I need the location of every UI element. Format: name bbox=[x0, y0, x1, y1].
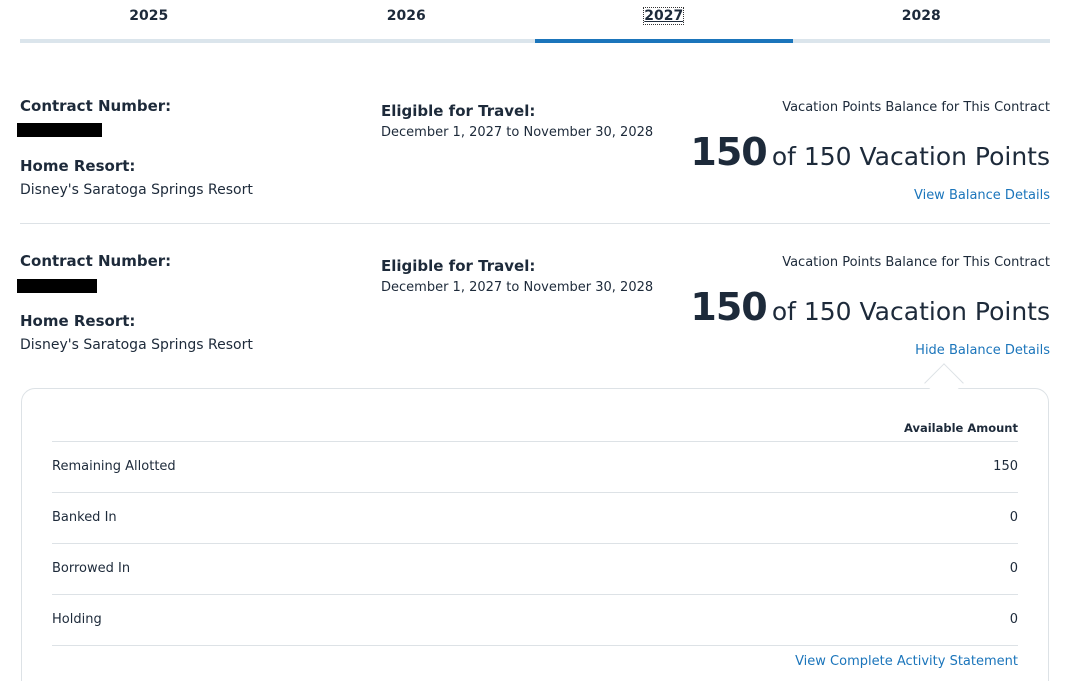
balance-amount: 150 of 150 Vacation Points bbox=[690, 132, 1050, 180]
home-resort-value: Disney's Saratoga Springs Resort bbox=[20, 337, 253, 353]
row-label: Borrowed In bbox=[52, 561, 131, 576]
tab-label: 2026 bbox=[386, 8, 426, 24]
balance-points: 150 bbox=[690, 130, 767, 174]
year-tabs: 2025 2026 2027 2028 bbox=[20, 0, 1050, 44]
table-row: Remaining Allotted 150 bbox=[52, 442, 1018, 493]
table-row: Banked In 0 bbox=[52, 493, 1018, 544]
divider bbox=[20, 223, 1050, 224]
table-row: Holding 0 bbox=[52, 595, 1018, 646]
table-row: Borrowed In 0 bbox=[52, 544, 1018, 595]
tab-2027[interactable]: 2027 bbox=[535, 0, 793, 44]
tab-label: 2027 bbox=[643, 7, 685, 25]
tab-label: 2025 bbox=[129, 8, 169, 24]
view-activity-statement-link[interactable]: View Complete Activity Statement bbox=[795, 654, 1018, 669]
row-label: Remaining Allotted bbox=[52, 459, 176, 474]
tab-2025[interactable]: 2025 bbox=[20, 0, 278, 44]
tab-2026[interactable]: 2026 bbox=[278, 0, 536, 44]
eligible-value: December 1, 2027 to November 30, 2028 bbox=[381, 280, 654, 295]
eligible-label: Eligible for Travel: bbox=[381, 102, 536, 120]
tab-2028[interactable]: 2028 bbox=[793, 0, 1051, 44]
contract-card: Contract Number: Home Resort: Disney's S… bbox=[17, 96, 1050, 216]
column-header-available-amount: Available Amount bbox=[903, 421, 1018, 435]
balance-title: Vacation Points Balance for This Contrac… bbox=[782, 100, 1050, 115]
row-amount: 150 bbox=[993, 459, 1018, 474]
row-label: Holding bbox=[52, 612, 102, 627]
row-amount: 0 bbox=[1009, 510, 1018, 525]
tab-label: 2028 bbox=[901, 8, 941, 24]
table-header: Available Amount bbox=[52, 415, 1018, 442]
balance-title: Vacation Points Balance for This Contrac… bbox=[782, 255, 1050, 270]
contract-number-label: Contract Number: bbox=[20, 252, 172, 270]
row-amount: 0 bbox=[1009, 612, 1018, 627]
eligible-value: December 1, 2027 to November 30, 2028 bbox=[381, 125, 654, 140]
balance-details-table: Available Amount Remaining Allotted 150 … bbox=[52, 415, 1018, 646]
contract-number-label: Contract Number: bbox=[20, 97, 172, 115]
balance-total: of 150 Vacation Points bbox=[771, 297, 1050, 326]
active-tab-indicator bbox=[535, 39, 793, 43]
contract-card: Contract Number: Home Resort: Disney's S… bbox=[17, 251, 1050, 371]
balance-points: 150 bbox=[690, 285, 767, 329]
contract-number-redacted bbox=[17, 279, 97, 293]
hide-balance-details-link[interactable]: Hide Balance Details bbox=[915, 343, 1050, 359]
eligible-label: Eligible for Travel: bbox=[381, 257, 536, 275]
home-resort-label: Home Resort: bbox=[20, 157, 136, 175]
row-label: Banked In bbox=[52, 510, 117, 525]
view-balance-details-link[interactable]: View Balance Details bbox=[914, 188, 1050, 204]
balance-total: of 150 Vacation Points bbox=[771, 142, 1050, 171]
row-amount: 0 bbox=[1009, 561, 1018, 576]
panel-pointer-mask bbox=[920, 389, 970, 403]
home-resort-label: Home Resort: bbox=[20, 312, 136, 330]
contract-number-redacted bbox=[17, 123, 102, 137]
balance-amount: 150 of 150 Vacation Points bbox=[690, 287, 1050, 335]
home-resort-value: Disney's Saratoga Springs Resort bbox=[20, 182, 253, 198]
